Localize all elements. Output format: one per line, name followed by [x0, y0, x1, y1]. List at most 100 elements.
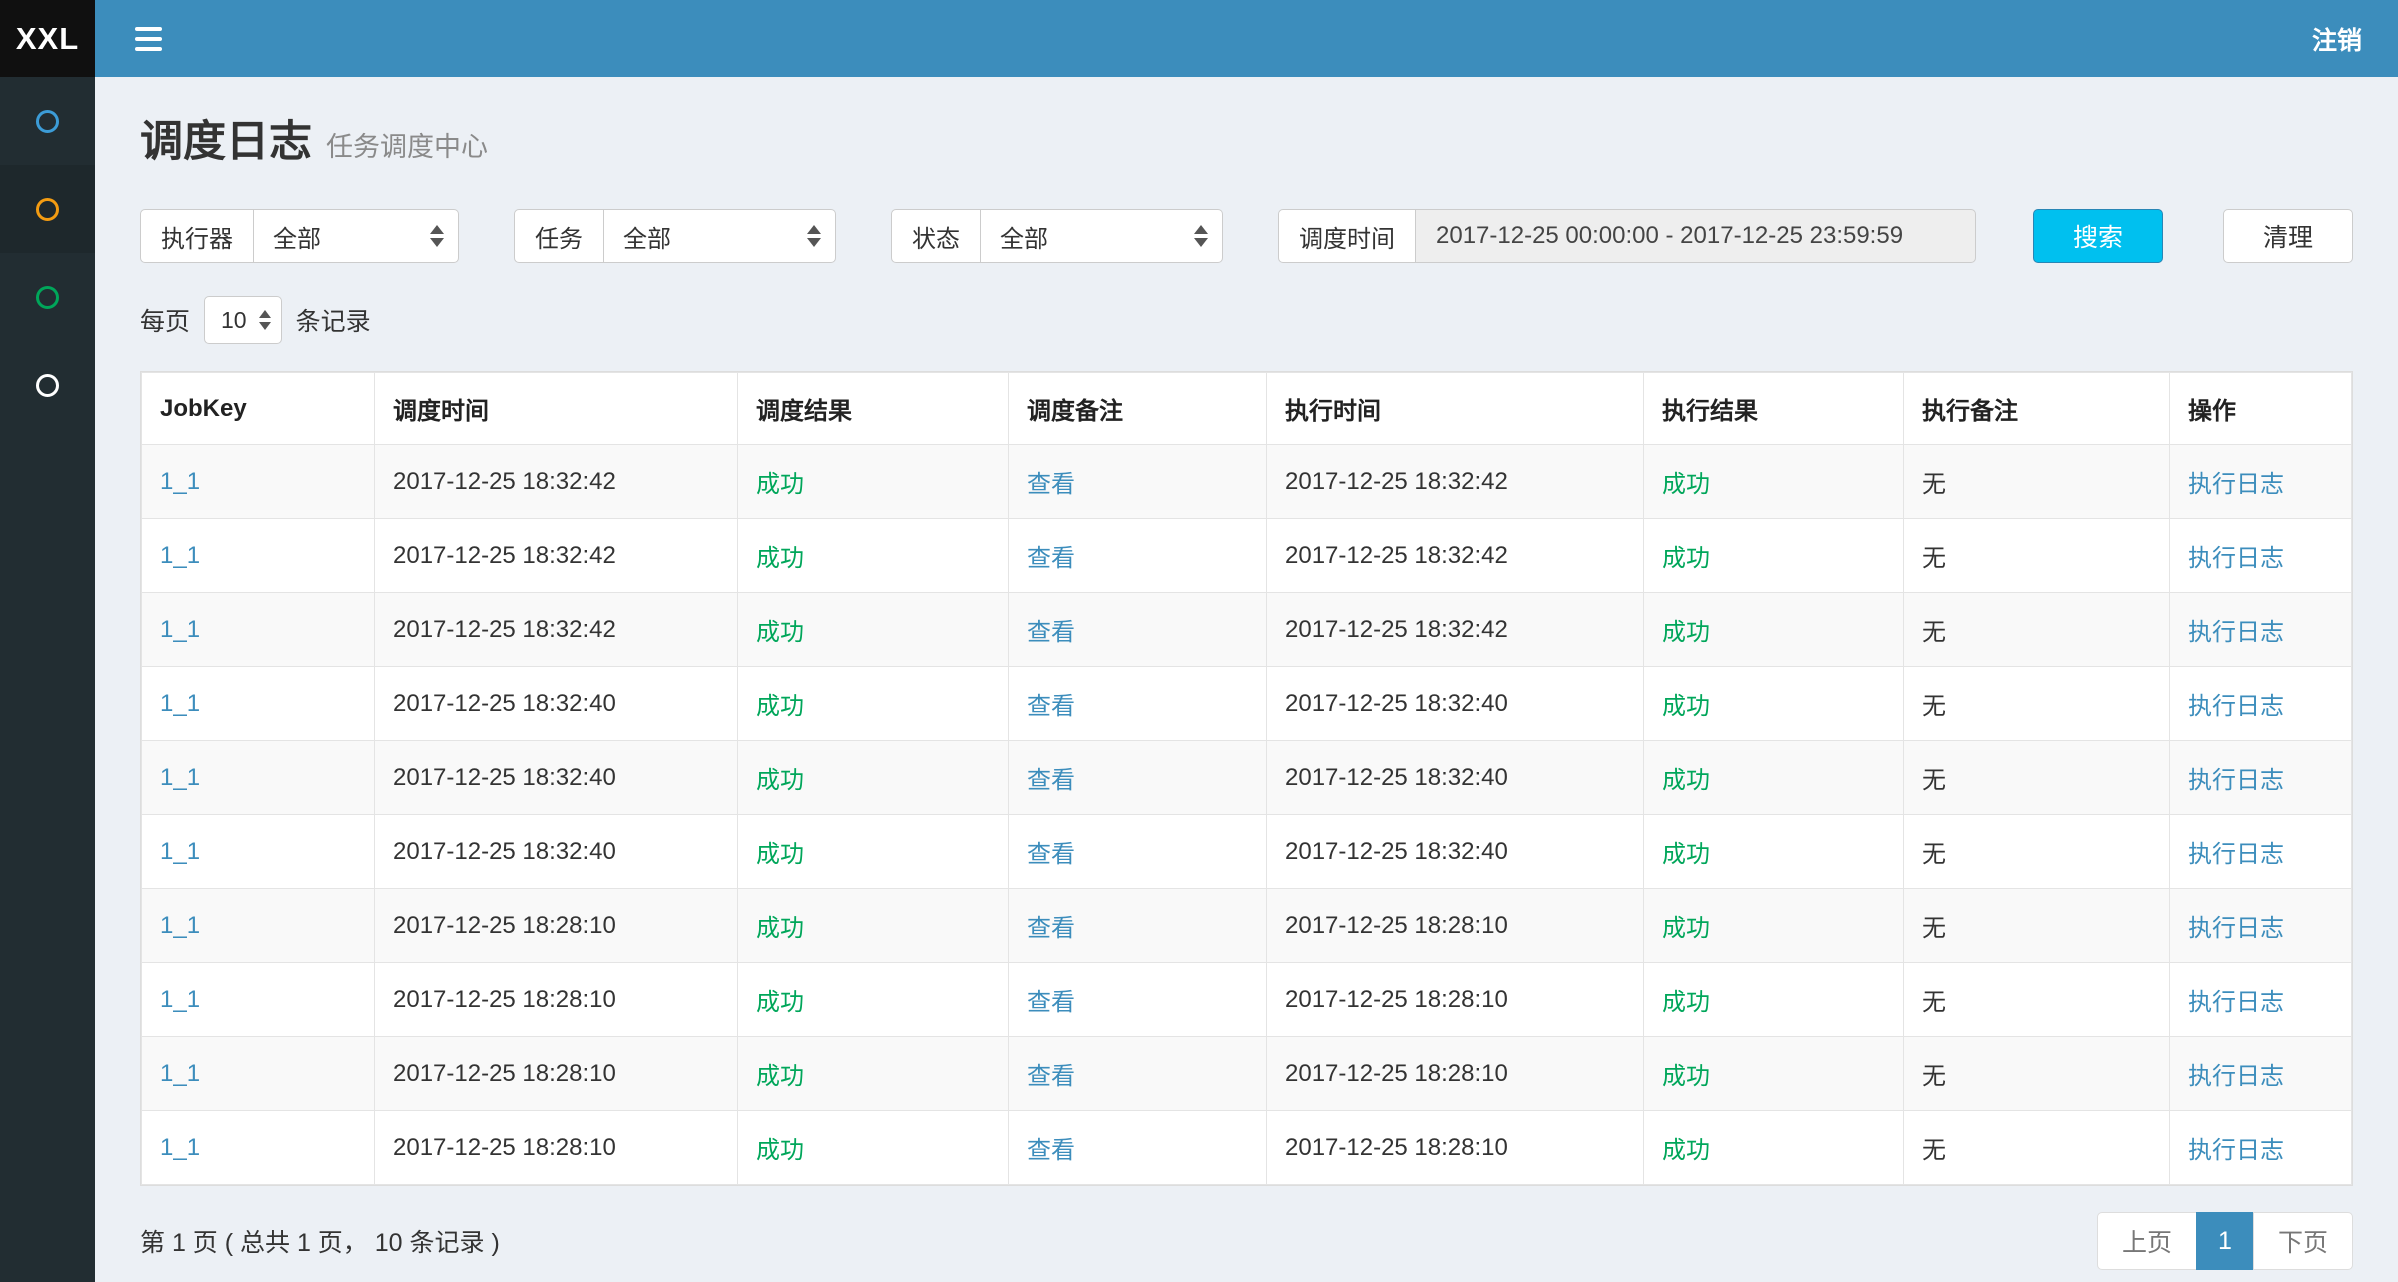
- jobkey-link[interactable]: 1_1: [160, 1134, 200, 1161]
- sidebar-item-4[interactable]: [0, 341, 95, 429]
- page-title: 调度日志: [140, 107, 312, 169]
- table-row: 1_1 2017-12-25 18:32:42 成功 查看 2017-12-25…: [142, 519, 2352, 593]
- handle-time-cell: 2017-12-25 18:32:40: [1267, 815, 1644, 889]
- prev-page-button[interactable]: 上页: [2097, 1212, 2197, 1270]
- jobkey-link[interactable]: 1_1: [160, 838, 200, 865]
- jobkey-link[interactable]: 1_1: [160, 690, 200, 717]
- jobkey-link[interactable]: 1_1: [160, 986, 200, 1013]
- trigger-msg-link[interactable]: 查看: [1027, 619, 1075, 646]
- handle-msg-cell: 无: [1904, 889, 2170, 963]
- table-row: 1_1 2017-12-25 18:28:10 成功 查看 2017-12-25…: [142, 1111, 2352, 1185]
- search-button[interactable]: 搜索: [2033, 209, 2163, 263]
- exec-log-link[interactable]: 执行日志: [2188, 1137, 2284, 1164]
- handle-result-cell: 成功: [1644, 889, 1904, 963]
- handle-msg-cell: 无: [1904, 815, 2170, 889]
- col-header-handle-time: 执行时间: [1267, 373, 1644, 445]
- sidebar-item-1[interactable]: [0, 77, 95, 165]
- trigger-msg-link[interactable]: 查看: [1027, 841, 1075, 868]
- handle-result-cell: 成功: [1644, 1037, 1904, 1111]
- logout-link[interactable]: 注销: [2312, 21, 2362, 57]
- top-navbar: XXL 注销: [0, 0, 2398, 77]
- exec-log-link[interactable]: 执行日志: [2188, 471, 2284, 498]
- trigger-result-cell: 成功: [738, 963, 1009, 1037]
- handle-result-cell: 成功: [1644, 593, 1904, 667]
- trigger-msg-link[interactable]: 查看: [1027, 989, 1075, 1016]
- sidebar-toggle-icon[interactable]: [131, 19, 166, 59]
- status-select-value: 全部: [1000, 219, 1048, 254]
- main-content: 调度日志 任务调度中心 执行器 全部 任务 全部 状态 全部: [95, 77, 2398, 1282]
- select-stepper-icon: [430, 225, 444, 247]
- executor-filter-group: 执行器 全部: [140, 209, 459, 263]
- handle-result-cell: 成功: [1644, 815, 1904, 889]
- log-table-body: 1_1 2017-12-25 18:32:42 成功 查看 2017-12-25…: [142, 445, 2352, 1185]
- jobkey-link[interactable]: 1_1: [160, 616, 200, 643]
- handle-time-cell: 2017-12-25 18:28:10: [1267, 1037, 1644, 1111]
- trigger-time-cell: 2017-12-25 18:28:10: [375, 963, 738, 1037]
- sidebar-item-2[interactable]: [0, 165, 95, 253]
- jobkey-link[interactable]: 1_1: [160, 542, 200, 569]
- circle-o-icon: [36, 110, 59, 133]
- jobkey-link[interactable]: 1_1: [160, 912, 200, 939]
- trigger-result-cell: 成功: [738, 741, 1009, 815]
- trigger-result-cell: 成功: [738, 1111, 1009, 1185]
- exec-log-link[interactable]: 执行日志: [2188, 841, 2284, 868]
- table-row: 1_1 2017-12-25 18:28:10 成功 查看 2017-12-25…: [142, 1037, 2352, 1111]
- trigger-time-range-input[interactable]: [1416, 209, 1976, 263]
- trigger-time-cell: 2017-12-25 18:32:40: [375, 741, 738, 815]
- trigger-msg-link[interactable]: 查看: [1027, 1063, 1075, 1090]
- handle-time-cell: 2017-12-25 18:28:10: [1267, 1111, 1644, 1185]
- next-page-button[interactable]: 下页: [2253, 1212, 2353, 1270]
- trigger-msg-link[interactable]: 查看: [1027, 545, 1075, 572]
- handle-time-cell: 2017-12-25 18:28:10: [1267, 889, 1644, 963]
- executor-select[interactable]: 全部: [254, 209, 459, 263]
- exec-log-link[interactable]: 执行日志: [2188, 693, 2284, 720]
- trigger-result-cell: 成功: [738, 667, 1009, 741]
- exec-log-link[interactable]: 执行日志: [2188, 767, 2284, 794]
- handle-time-cell: 2017-12-25 18:32:42: [1267, 445, 1644, 519]
- select-stepper-icon: [1194, 225, 1208, 247]
- trigger-time-cell: 2017-12-25 18:28:10: [375, 889, 738, 963]
- exec-log-link[interactable]: 执行日志: [2188, 915, 2284, 942]
- handle-msg-cell: 无: [1904, 445, 2170, 519]
- table-footer: 第 1 页 ( 总共 1 页， 10 条记录 ) 上页 1 下页: [140, 1212, 2353, 1270]
- handle-result-cell: 成功: [1644, 445, 1904, 519]
- table-row: 1_1 2017-12-25 18:28:10 成功 查看 2017-12-25…: [142, 963, 2352, 1037]
- trigger-time-cell: 2017-12-25 18:32:40: [375, 667, 738, 741]
- col-header-trigger-msg: 调度备注: [1009, 373, 1267, 445]
- job-select[interactable]: 全部: [604, 209, 836, 263]
- exec-log-link[interactable]: 执行日志: [2188, 545, 2284, 572]
- trigger-result-cell: 成功: [738, 889, 1009, 963]
- table-row: 1_1 2017-12-25 18:32:40 成功 查看 2017-12-25…: [142, 667, 2352, 741]
- page-header: 调度日志 任务调度中心: [140, 107, 2353, 169]
- handle-msg-cell: 无: [1904, 963, 2170, 1037]
- navbar-main: 注销: [95, 0, 2398, 77]
- status-filter-label: 状态: [891, 209, 981, 263]
- trigger-msg-link[interactable]: 查看: [1027, 1137, 1075, 1164]
- trigger-result-cell: 成功: [738, 1037, 1009, 1111]
- handle-msg-cell: 无: [1904, 667, 2170, 741]
- sidebar: [0, 77, 95, 1282]
- col-header-handle-result: 执行结果: [1644, 373, 1904, 445]
- current-page-button[interactable]: 1: [2196, 1212, 2254, 1270]
- trigger-msg-link[interactable]: 查看: [1027, 471, 1075, 498]
- exec-log-link[interactable]: 执行日志: [2188, 1063, 2284, 1090]
- clear-button[interactable]: 清理: [2223, 209, 2353, 263]
- handle-msg-cell: 无: [1904, 1037, 2170, 1111]
- handle-result-cell: 成功: [1644, 963, 1904, 1037]
- trigger-msg-link[interactable]: 查看: [1027, 767, 1075, 794]
- status-select[interactable]: 全部: [981, 209, 1223, 263]
- page-size-select[interactable]: 10: [204, 296, 282, 344]
- handle-time-cell: 2017-12-25 18:28:10: [1267, 963, 1644, 1037]
- exec-log-link[interactable]: 执行日志: [2188, 619, 2284, 646]
- trigger-time-cell: 2017-12-25 18:32:42: [375, 445, 738, 519]
- trigger-msg-link[interactable]: 查看: [1027, 693, 1075, 720]
- handle-time-cell: 2017-12-25 18:32:40: [1267, 741, 1644, 815]
- jobkey-link[interactable]: 1_1: [160, 764, 200, 791]
- jobkey-link[interactable]: 1_1: [160, 1060, 200, 1087]
- trigger-result-cell: 成功: [738, 445, 1009, 519]
- jobkey-link[interactable]: 1_1: [160, 468, 200, 495]
- exec-log-link[interactable]: 执行日志: [2188, 989, 2284, 1016]
- col-header-action: 操作: [2170, 373, 2352, 445]
- sidebar-item-3[interactable]: [0, 253, 95, 341]
- trigger-msg-link[interactable]: 查看: [1027, 915, 1075, 942]
